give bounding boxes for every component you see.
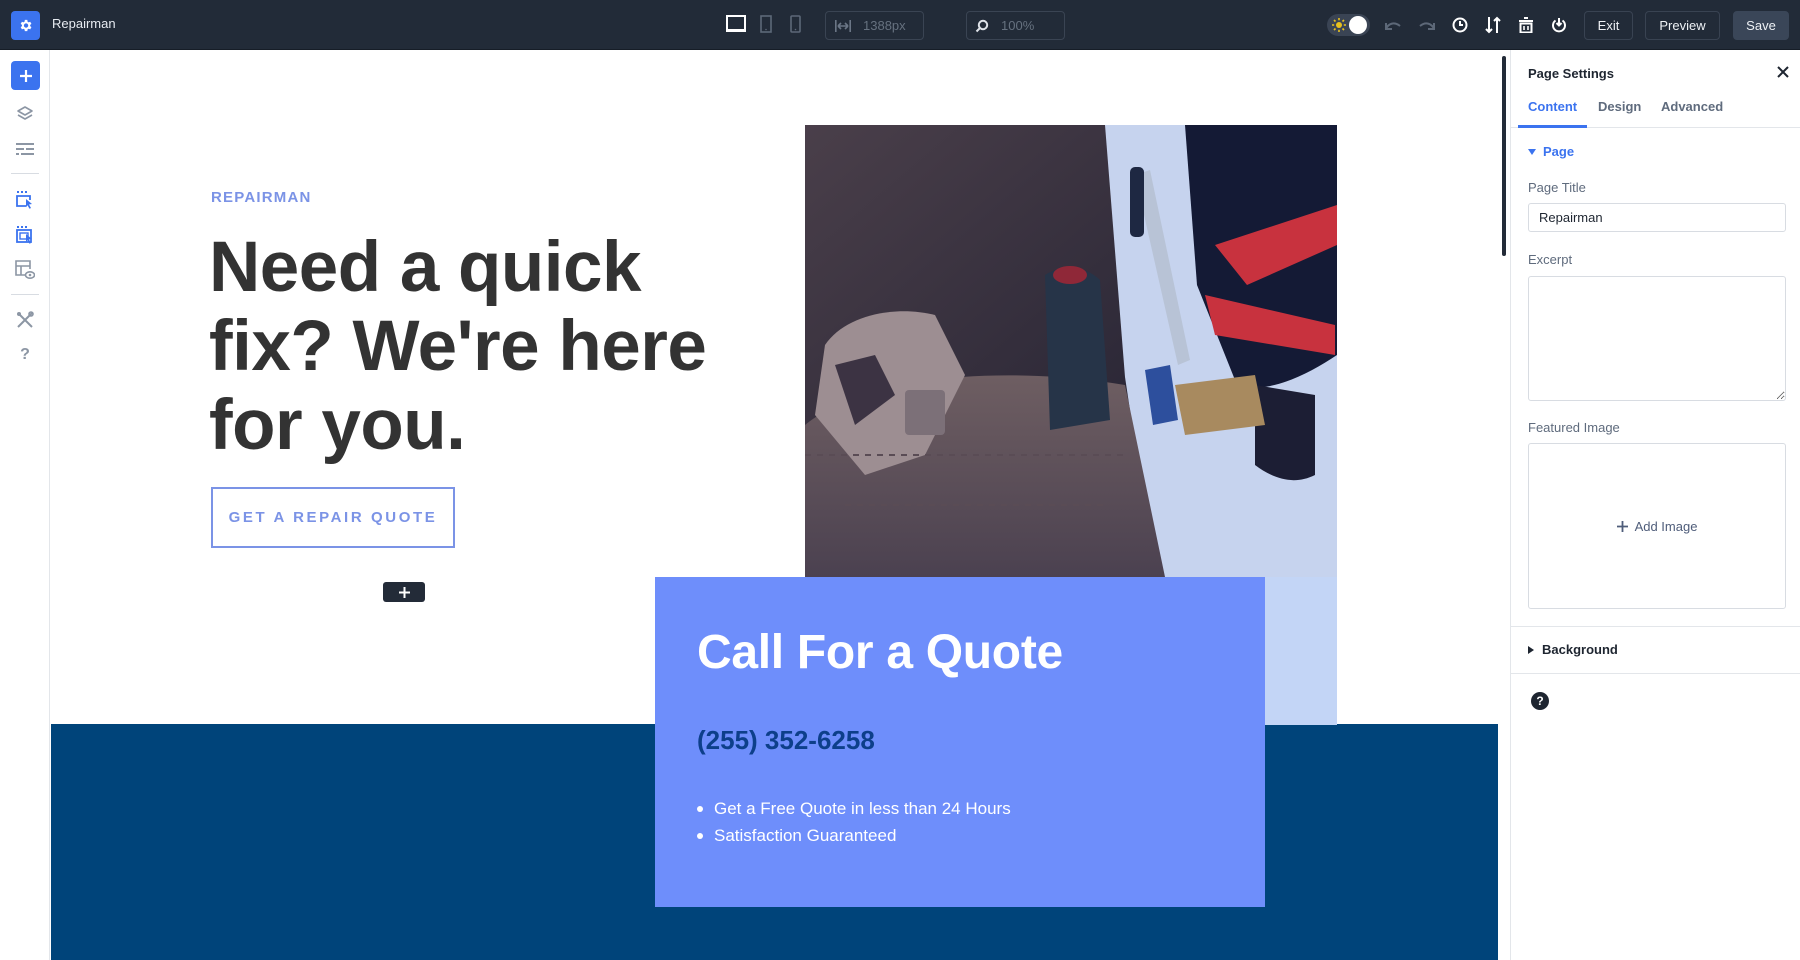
rail-divider (11, 173, 39, 174)
list-item: Get a Free Quote in less than 24 Hours (697, 795, 1011, 822)
excerpt-label: Excerpt (1528, 252, 1573, 267)
sort-icon (1485, 16, 1501, 34)
page-canvas: REPAIRMAN Need a quick fix? We're here f… (51, 50, 1498, 960)
desktop-view-button[interactable] (726, 15, 746, 38)
template-preview-button[interactable] (14, 259, 36, 281)
tools-icon (17, 311, 34, 328)
desktop-icon (726, 15, 746, 32)
page-title-label: Page Title (1528, 180, 1586, 195)
settings-icon (20, 19, 32, 32)
app-title: Repairman (52, 16, 116, 31)
add-icon (19, 69, 32, 82)
panel-title: Page Settings (1528, 66, 1614, 81)
hero-eyebrow: REPAIRMAN (211, 189, 312, 206)
tools-button[interactable] (14, 309, 36, 331)
plus-icon (1616, 520, 1628, 532)
quote-benefits-list: Get a Free Quote in less than 24 Hours S… (697, 795, 1011, 849)
list-item: Satisfaction Guaranteed (697, 822, 1011, 849)
phone-view-button[interactable] (790, 15, 801, 38)
undo-icon (1385, 22, 1401, 30)
history-button[interactable] (1450, 15, 1470, 35)
select-section-button[interactable] (14, 224, 36, 246)
preview-button[interactable]: Preview (1645, 11, 1720, 40)
canvas-scrollbar[interactable] (1498, 50, 1511, 960)
zoom-icon (975, 19, 989, 32)
panel-divider (1511, 626, 1800, 627)
close-panel-button[interactable] (1775, 64, 1791, 80)
power-icon (1552, 18, 1566, 33)
theme-toggle[interactable] (1327, 14, 1370, 36)
select-module-button[interactable] (14, 189, 36, 211)
hero-photo (805, 125, 1337, 577)
panel-divider (1511, 673, 1800, 674)
clear-button[interactable] (1516, 15, 1536, 35)
settings-button[interactable] (11, 11, 40, 40)
quote-card: Call For a Quote (255) 352-6258 Get a Fr… (655, 577, 1265, 907)
tool-belt-image (805, 125, 1337, 577)
page-settings-panel: Page Settings Content Design Advanced Pa… (1511, 50, 1800, 960)
quote-phone-number[interactable]: (255) 352-6258 (697, 725, 875, 756)
layout-icon (16, 143, 34, 155)
zoom-field[interactable]: 100% (966, 11, 1065, 40)
tab-design[interactable]: Design (1598, 99, 1641, 114)
section-page-label: Page (1543, 144, 1575, 159)
select-section-icon (16, 226, 32, 244)
help-icon[interactable]: ? (1531, 692, 1549, 710)
layout-button[interactable] (14, 139, 36, 161)
layers-button[interactable] (14, 103, 36, 125)
select-module-icon (16, 191, 32, 209)
page-title-input[interactable] (1528, 203, 1786, 232)
tablet-view-button[interactable] (760, 15, 772, 38)
section-background-label: Background (1542, 642, 1618, 657)
tab-content[interactable]: Content (1528, 99, 1577, 114)
section-toggle-background[interactable]: Background (1528, 642, 1618, 657)
top-toolbar: Repairman 1388px 100% Exit Preview Save (0, 0, 1800, 50)
left-toolbar: ? (0, 50, 50, 960)
zoom-value: 100% (1001, 18, 1035, 33)
width-icon (835, 19, 851, 32)
close-icon (1777, 66, 1789, 78)
caret-right-icon (1528, 645, 1534, 654)
hero-heading: Need a quick fix? We're here for you. (209, 228, 707, 465)
viewport-width-field[interactable]: 1388px (825, 11, 924, 40)
sun-icon (1332, 18, 1346, 32)
sort-button[interactable] (1483, 15, 1503, 35)
redo-icon (1419, 22, 1435, 30)
tablet-icon (760, 15, 772, 33)
caret-down-icon (1528, 148, 1536, 155)
question-icon: ? (20, 346, 30, 363)
add-image-label: Add Image (1634, 518, 1698, 534)
power-button[interactable] (1549, 15, 1569, 35)
add-image-button[interactable]: Add Image (1528, 443, 1786, 609)
active-tab-indicator (1518, 125, 1587, 128)
featured-image-label: Featured Image (1528, 420, 1620, 435)
redo-button[interactable] (1417, 15, 1437, 35)
scrollbar-thumb[interactable] (1502, 56, 1506, 256)
excerpt-textarea[interactable] (1528, 276, 1786, 401)
phone-icon (790, 15, 801, 33)
section-toggle-page[interactable]: Page (1528, 144, 1574, 159)
quote-card-title: Call For a Quote (697, 626, 1063, 679)
template-preview-icon (15, 260, 35, 279)
tab-advanced[interactable]: Advanced (1661, 99, 1723, 114)
add-row-button[interactable] (383, 582, 425, 602)
layers-icon (17, 106, 33, 120)
undo-button[interactable] (1383, 15, 1403, 35)
help-button[interactable]: ? (14, 344, 36, 366)
save-button[interactable]: Save (1733, 11, 1789, 40)
trash-icon (1519, 17, 1533, 33)
rail-divider (11, 294, 39, 295)
add-icon (398, 586, 410, 598)
viewport-width-value: 1388px (863, 18, 906, 33)
history-icon (1452, 17, 1468, 33)
add-module-button[interactable] (11, 61, 40, 90)
exit-button[interactable]: Exit (1584, 11, 1633, 40)
toggle-knob (1349, 16, 1367, 34)
panel-tabs: Content Design Advanced (1511, 86, 1800, 128)
repair-quote-button[interactable]: GET A REPAIR QUOTE (211, 487, 455, 548)
